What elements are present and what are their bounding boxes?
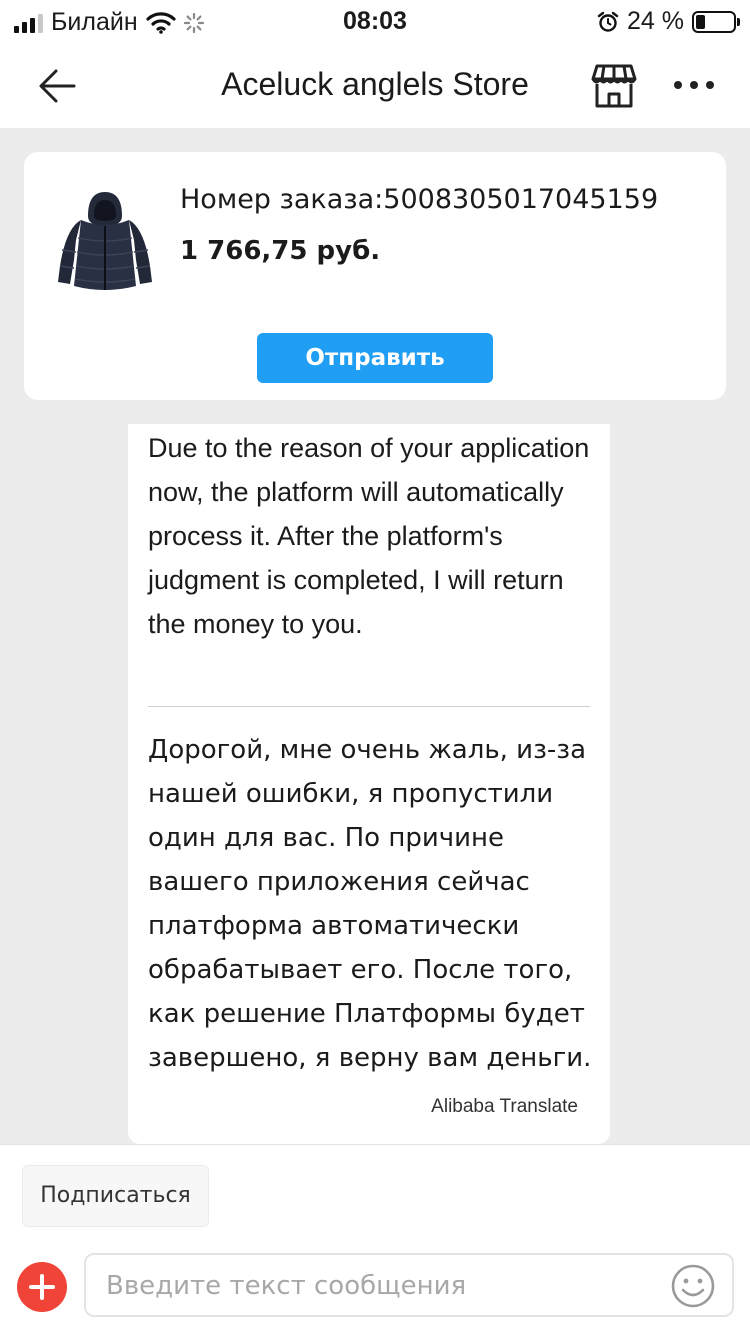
battery-fill (696, 14, 705, 29)
store-button[interactable] (590, 62, 638, 110)
status-bar: Билайн 08:03 24 % (0, 0, 750, 44)
product-thumbnail[interactable] (48, 186, 162, 300)
smiley-icon (671, 1264, 715, 1308)
chat-header: Aceluck anglels Store (0, 44, 750, 128)
battery-icon (692, 10, 740, 33)
translate-credit: Alibaba Translate (431, 1096, 578, 1117)
chat-area[interactable]: Номер заказа:5008305017045159 1 766,75 р… (0, 128, 750, 1144)
emoji-button[interactable] (670, 1263, 716, 1309)
alarm-icon (597, 11, 619, 32)
more-options-button[interactable] (674, 70, 714, 100)
message-translated-text: Дорогой, мне очень жаль, из-за нашей оши… (148, 735, 592, 1073)
message-bubble[interactable]: Due to the reason of your application no… (128, 424, 610, 1144)
storefront-icon (591, 64, 637, 108)
jacket-product-image (58, 192, 152, 290)
plus-circle-icon[interactable] (17, 1262, 67, 1312)
send-order-button[interactable]: Отправить (257, 333, 493, 383)
battery-percent: 24 % (627, 7, 684, 35)
bottom-panel: Подписаться Введите текст сообщения (0, 1144, 750, 1334)
more-dots-icon (674, 81, 682, 89)
subscribe-button[interactable]: Подписаться (22, 1165, 209, 1227)
message-original-text: Due to the reason of your application no… (148, 433, 590, 639)
message-input-placeholder: Введите текст сообщения (106, 1271, 467, 1301)
translation-divider (148, 706, 590, 707)
order-price: 1 766,75 руб. (180, 236, 381, 266)
order-card[interactable]: Номер заказа:5008305017045159 1 766,75 р… (24, 152, 726, 400)
order-number: Номер заказа:5008305017045159 (180, 184, 659, 215)
status-right: 24 % (597, 7, 740, 36)
message-input[interactable]: Введите текст сообщения (84, 1253, 734, 1317)
